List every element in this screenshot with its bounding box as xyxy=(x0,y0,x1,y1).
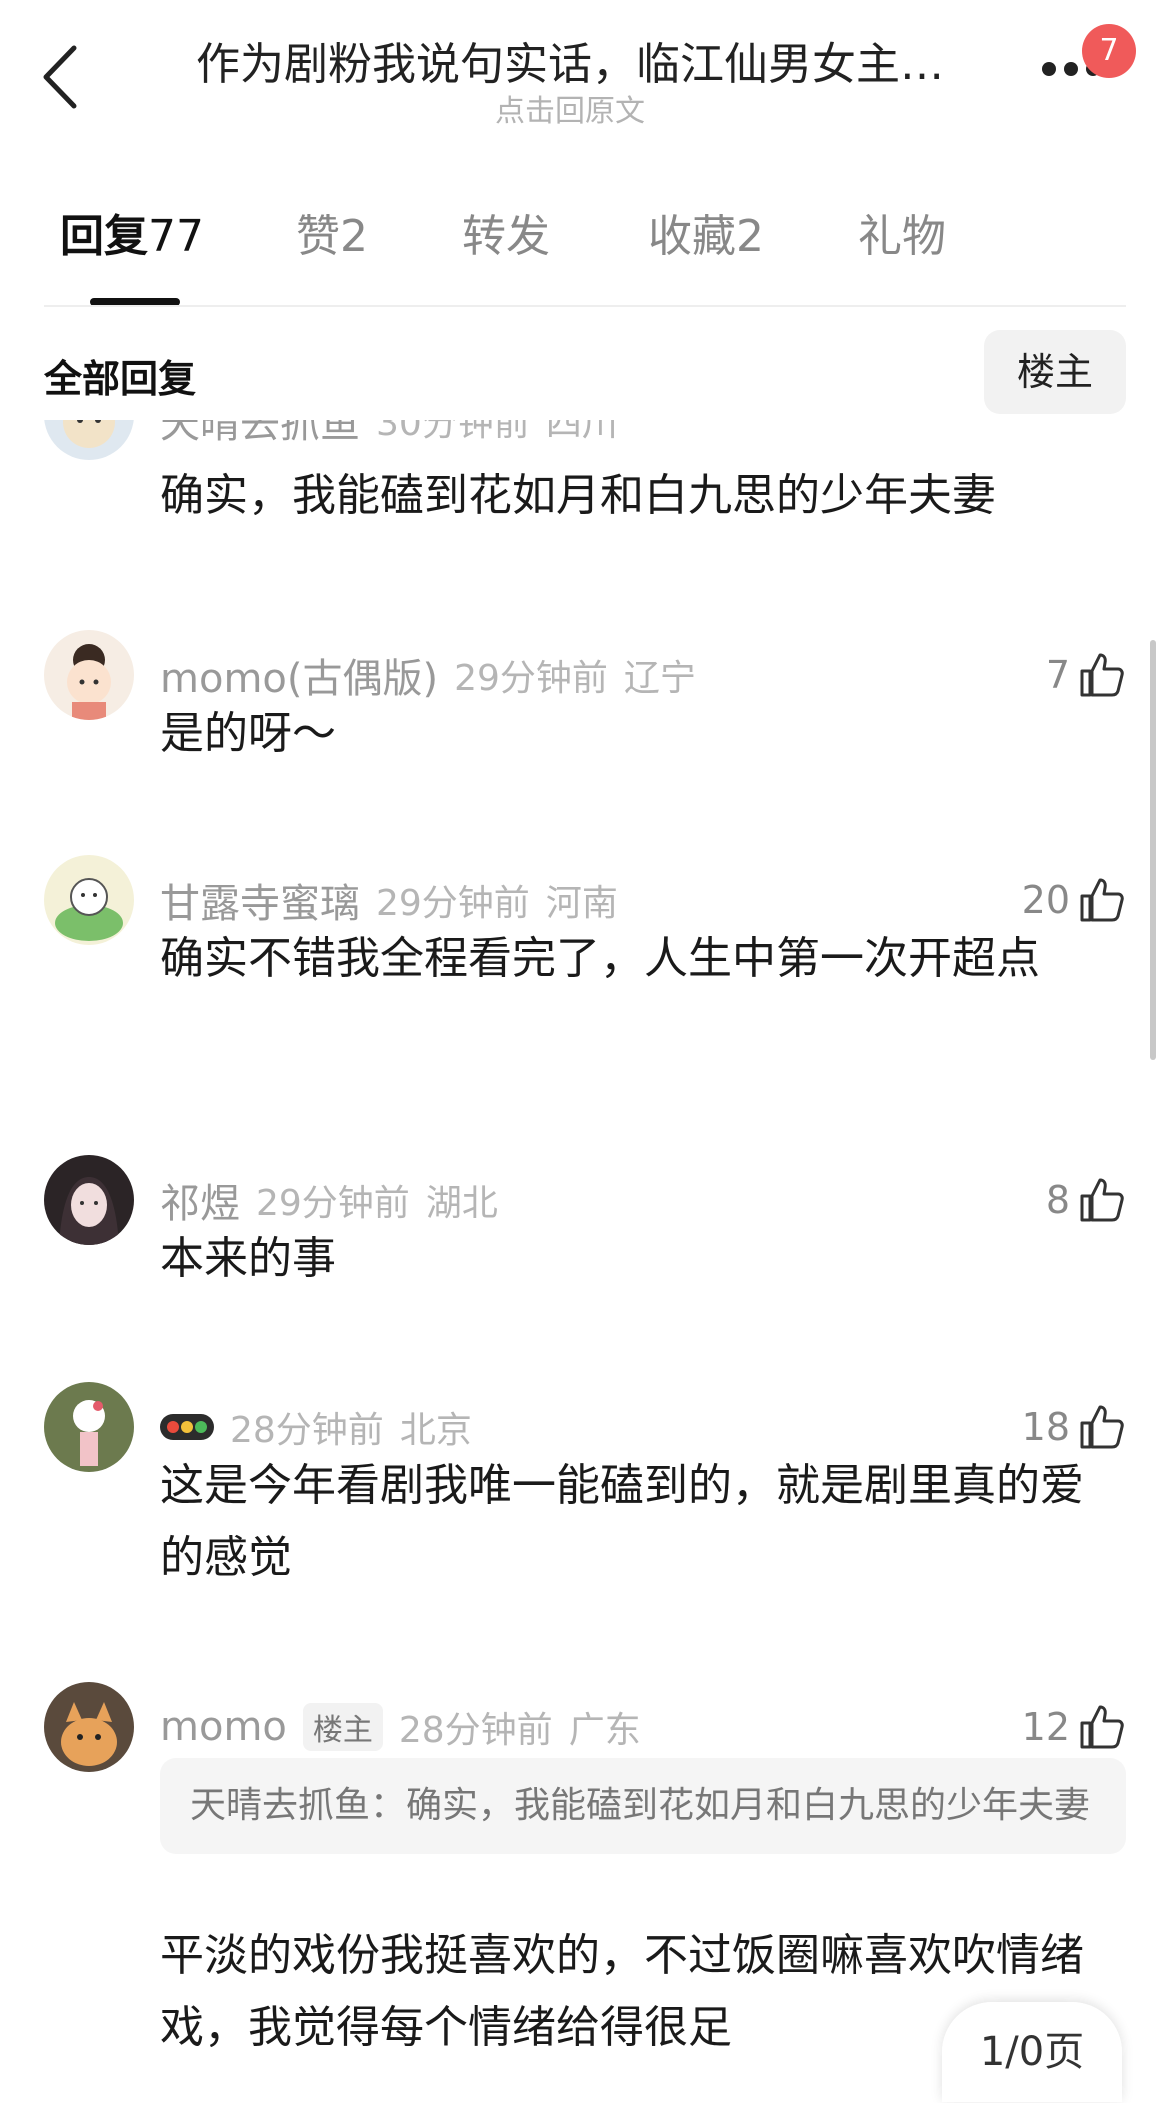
thumbs-up-icon xyxy=(1080,653,1124,697)
username[interactable]: momo(古偶版) xyxy=(160,646,438,704)
comment-item[interactable]: 天晴去抓鱼 30分钟前 四川 确实，我能磕到花如月和白九思的少年夫妻 xyxy=(0,420,1170,600)
like-count: 18 xyxy=(1021,1405,1070,1449)
comment-location: 四川 xyxy=(545,420,618,444)
tab-count: 77 xyxy=(148,211,204,262)
quoted-reply[interactable]: 天晴去抓鱼：确实，我能磕到花如月和白九思的少年夫妻 xyxy=(160,1758,1126,1854)
comment-location: 广东 xyxy=(568,1710,641,1751)
back-to-original-link[interactable]: 点击回原文 xyxy=(150,86,990,130)
comment-text: 确实不错我全程看完了，人生中第一次开超点 xyxy=(160,933,1040,984)
tab-reposts[interactable]: 转发 xyxy=(462,200,550,264)
like-count: 12 xyxy=(1021,1705,1070,1749)
like-count: 20 xyxy=(1021,878,1070,922)
comment-location: 辽宁 xyxy=(623,658,696,699)
comment-text: 确实，我能磕到花如月和白九思的少年夫妻 xyxy=(160,470,996,521)
divider xyxy=(44,305,1126,307)
notification-badge: 7 xyxy=(1082,24,1136,78)
comment-meta: momo 楼主 28分钟前 广东 xyxy=(160,1702,641,1752)
comment-time: 30分钟前 xyxy=(376,420,530,444)
like-button[interactable]: 12 xyxy=(1022,1699,1126,1755)
avatar[interactable] xyxy=(44,420,134,460)
username[interactable]: 天晴去抓鱼 xyxy=(160,420,360,449)
avatar[interactable] xyxy=(44,1382,134,1472)
comment-text: 是的呀～ xyxy=(160,708,336,759)
comment-location: 北京 xyxy=(399,1410,472,1451)
page-indicator[interactable]: 1/0页 xyxy=(942,2002,1122,2102)
avatar[interactable] xyxy=(44,1682,134,1772)
thumbs-up-icon xyxy=(1080,1178,1124,1222)
comment-meta: 甘露寺蜜璃 29分钟前 河南 xyxy=(160,875,618,927)
comment-item[interactable]: momo(古偶版) 29分钟前 辽宁 7 是的呀～ xyxy=(0,630,1170,790)
header: 作为剧粉我说句实话，临江仙男女主… 点击回原文 7 xyxy=(0,0,1170,140)
back-button[interactable] xyxy=(40,42,90,112)
comment-meta: 28分钟前 北京 xyxy=(160,1402,472,1452)
tab-label: 收藏 xyxy=(648,211,736,262)
like-button[interactable]: 18 xyxy=(1022,1399,1126,1455)
username[interactable]: 甘露寺蜜璃 xyxy=(160,871,360,929)
tab-replies[interactable]: 回复77 xyxy=(60,200,204,264)
tab-label: 转发 xyxy=(462,211,550,262)
thumbs-up-icon xyxy=(1080,878,1124,922)
avatar[interactable] xyxy=(44,855,134,945)
scrollbar[interactable] xyxy=(1150,640,1156,1060)
comment-time: 29分钟前 xyxy=(256,1183,410,1224)
avatar[interactable] xyxy=(44,1155,134,1245)
thumbs-up-icon xyxy=(1080,1405,1124,1449)
like-button[interactable]: 7 xyxy=(1046,647,1126,703)
username[interactable]: momo xyxy=(160,1704,287,1750)
tab-favorites[interactable]: 收藏2 xyxy=(648,200,764,264)
comment-time: 29分钟前 xyxy=(454,658,608,699)
tab-label: 赞 xyxy=(296,211,340,262)
avatar[interactable] xyxy=(44,630,134,720)
username[interactable]: 祁煜 xyxy=(160,1171,240,1229)
comment-meta: momo(古偶版) 29分钟前 辽宁 xyxy=(160,650,696,702)
post-title[interactable]: 作为剧粉我说句实话，临江仙男女主… xyxy=(150,28,990,92)
tab-bar: 回复77 赞2 转发 收藏2 礼物 xyxy=(0,200,1170,310)
like-button[interactable]: 20 xyxy=(1022,872,1126,928)
like-button[interactable]: 8 xyxy=(1046,1172,1126,1228)
comment-location: 河南 xyxy=(545,883,618,924)
thumbs-up-icon xyxy=(1080,1705,1124,1749)
tab-label: 礼物 xyxy=(858,211,946,262)
traffic-light-icon xyxy=(160,1414,214,1440)
tab-count: 2 xyxy=(340,211,368,262)
tab-label: 回复 xyxy=(60,211,148,262)
comment-item[interactable]: 祁煜 29分钟前 湖北 8 本来的事 xyxy=(0,1155,1170,1315)
comment-time: 29分钟前 xyxy=(376,883,530,924)
tab-gifts[interactable]: 礼物 xyxy=(858,200,946,264)
comment-location: 湖北 xyxy=(425,1183,498,1224)
owner-filter-button[interactable]: 楼主 xyxy=(984,330,1126,414)
owner-tag: 楼主 xyxy=(302,1703,383,1751)
tab-count: 2 xyxy=(736,211,764,262)
comment-time: 28分钟前 xyxy=(230,1410,384,1451)
all-replies-label: 全部回复 xyxy=(44,357,197,401)
chevron-left-icon xyxy=(43,45,77,109)
comment-text: 本来的事 xyxy=(160,1233,336,1284)
comment-item[interactable]: 甘露寺蜜璃 29分钟前 河南 20 确实不错我全程看完了，人生中第一次开超点 xyxy=(0,855,1170,1055)
tab-likes[interactable]: 赞2 xyxy=(296,200,368,264)
comment-item[interactable]: 28分钟前 北京 18 这是今年看剧我唯一能磕到的，就是剧里真的爱的感觉 xyxy=(0,1382,1170,1602)
comment-list: 天晴去抓鱼 30分钟前 四川 确实，我能磕到花如月和白九思的少年夫妻 momo(… xyxy=(0,420,1170,2103)
comment-meta: 天晴去抓鱼 30分钟前 四川 xyxy=(160,420,618,447)
like-count: 7 xyxy=(1045,653,1070,697)
comment-text: 这是今年看剧我唯一能磕到的，就是剧里真的爱的感觉 xyxy=(160,1460,1084,1583)
comment-time: 28分钟前 xyxy=(398,1710,553,1751)
like-count: 8 xyxy=(1045,1178,1070,1222)
comment-meta: 祁煜 29分钟前 湖北 xyxy=(160,1175,498,1227)
